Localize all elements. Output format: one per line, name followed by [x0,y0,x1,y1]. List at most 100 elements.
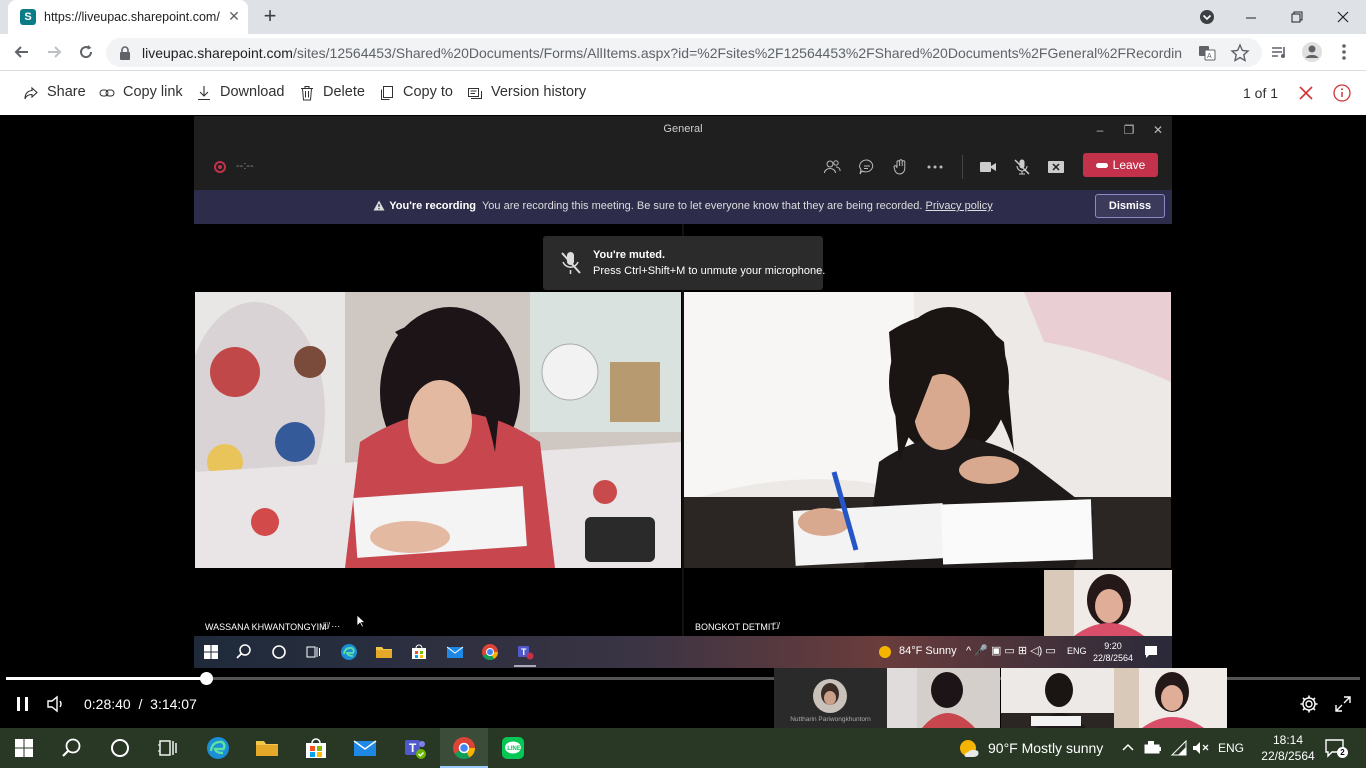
recorded-lang: ENG [1067,646,1087,656]
store-icon[interactable] [304,736,328,760]
recorded-start-icon [204,645,218,659]
search-icon[interactable] [60,736,84,760]
restore-icon[interactable] [1284,4,1310,30]
translate-icon[interactable]: A [1198,44,1216,62]
thumbnail-host[interactable] [1114,668,1227,728]
pause-icon[interactable] [13,694,33,714]
copy-to-label: Copy to [403,84,453,100]
dismiss-button: Dismiss [1095,194,1165,218]
hangup-icon [1095,163,1108,169]
tab-search-icon[interactable] [1194,4,1220,30]
bookmark-star-icon[interactable] [1230,43,1250,63]
file-explorer-icon[interactable] [255,736,279,760]
privacy-policy-link: Privacy policy [925,200,993,212]
reload-icon[interactable] [73,39,99,65]
thumbnail-left-participant[interactable] [887,668,1000,728]
teams-icon[interactable]: T [403,736,427,760]
new-tab-button[interactable]: + [258,5,282,29]
recorded-search-icon [236,644,251,659]
thumbnail-right-participant[interactable] [1001,668,1114,728]
mail-icon[interactable] [353,736,377,760]
windows-taskbar: T LINE 90°F Mostly sunny ENG 18:14 22/8/2… [0,728,1366,768]
svg-text:T: T [521,647,527,657]
browser-tab-strip: S https://liveupac.sharepoint.com/:v ✕ + [0,0,1366,34]
media-control-icon[interactable] [1266,39,1292,65]
browser-tab[interactable]: S https://liveupac.sharepoint.com/:v ✕ [8,0,248,34]
recorded-edge-icon [341,644,357,660]
svg-text:A: A [1207,53,1212,60]
participants-icon [824,160,841,174]
recording-indicator-icon [214,161,226,173]
thumbnail-nuttharin[interactable]: Nuttharin Pariwongkhuntorn [774,668,887,728]
clock-time: 18:14 [1272,733,1304,747]
participant-right-muted-icon: 🎙̸ [772,621,779,631]
show-hidden-icons-icon[interactable] [1120,740,1136,756]
close-icon[interactable] [1296,83,1316,103]
battery-icon[interactable] [1144,740,1162,756]
participant-video-left [195,292,681,568]
download-icon [198,86,210,101]
edge-icon[interactable] [206,736,230,760]
participant-left-muted-icon: 🎙̸ ··· [322,621,341,631]
recorded-weather-icon [879,646,891,658]
recorded-date: 22/8/2564 [1092,653,1134,663]
browser-toolbar: liveupac.sharepoint.com/sites/12564453/S… [0,34,1366,71]
teams-restore-icon: ❐ [1123,123,1135,137]
url-text[interactable]: liveupac.sharepoint.com/sites/12564453/S… [142,45,1182,61]
cortana-icon[interactable] [108,736,132,760]
volume-muted-icon[interactable] [1192,740,1210,756]
task-view-icon[interactable] [156,736,180,760]
weather-sun-icon[interactable] [958,738,980,758]
minimize-icon[interactable] [1238,4,1264,30]
more-options-icon [927,165,943,169]
seek-bar-progress [6,677,207,680]
sharepoint-favicon-icon: S [20,9,36,25]
chrome-icon[interactable] [452,736,476,760]
thumbnail-name: Nuttharin Pariwongkhuntorn [790,716,871,723]
delete-label: Delete [323,84,365,100]
recorded-task-view-icon [306,646,320,658]
teams-close-icon: ✕ [1152,123,1164,137]
recording-text: You are recording this meeting. Be sure … [481,200,923,212]
tab-close-icon[interactable]: ✕ [226,8,242,24]
line-icon[interactable]: LINE [501,736,525,760]
action-center-icon[interactable]: 2 [1324,736,1348,760]
weather-text[interactable]: 90°F Mostly sunny [988,740,1103,756]
self-view-video [1044,570,1172,636]
reactions-icon [893,159,906,175]
info-icon[interactable] [1332,83,1352,103]
url-host: liveupac.sharepoint.com [142,45,293,61]
fullscreen-icon[interactable] [1333,694,1353,714]
leave-label: Leave [1112,158,1146,172]
input-language[interactable]: ENG [1218,741,1244,755]
lock-icon[interactable] [118,45,132,61]
recorded-teams-icon: T [518,646,534,660]
viewer-command-bar: Share Copy link Download Delete Copy to … [0,71,1366,115]
back-arrow-icon[interactable] [9,39,35,65]
wifi-icon[interactable] [1170,740,1188,756]
share-label: Share [47,84,86,100]
download-label: Download [220,84,285,100]
leave-button: Leave [1083,153,1158,177]
participant-name-right: BONGKOT DETMIT [695,622,776,632]
recorded-tray-icons: ^ 🎤 ▣ ▭ ⊞ ◁) ▭ [966,645,1056,657]
svg-text:T: T [409,741,417,755]
menu-kebab-icon[interactable] [1331,39,1357,65]
controls-divider [962,155,963,179]
volume-icon[interactable] [46,694,68,714]
close-window-icon[interactable] [1330,4,1356,30]
address-bar[interactable]: liveupac.sharepoint.com/sites/12564453/S… [106,38,1262,67]
tab-title: https://liveupac.sharepoint.com/:v [44,10,220,24]
recorded-taskbar: T 84°F Sunny ^ 🎤 ▣ ▭ ⊞ ◁) ▭ ENG 9:20 22/8… [194,636,1172,668]
recorded-cortana-icon [272,645,286,659]
teams-meeting-recording: General – ❐ ✕ --:-- Leave You're recordi… [194,116,1172,668]
duration: 3:14:07 [150,696,197,712]
forward-arrow-icon[interactable] [41,39,67,65]
profile-avatar-icon[interactable] [1299,39,1325,65]
settings-gear-icon[interactable] [1299,694,1319,714]
recording-banner: You're recording You are recording this … [194,190,1172,224]
system-clock[interactable]: 18:14 22/8/2564 [1256,732,1320,764]
recorded-explorer-icon [376,647,392,658]
recording-message: You're recording You are recording this … [194,200,1172,212]
start-icon[interactable] [12,736,36,760]
